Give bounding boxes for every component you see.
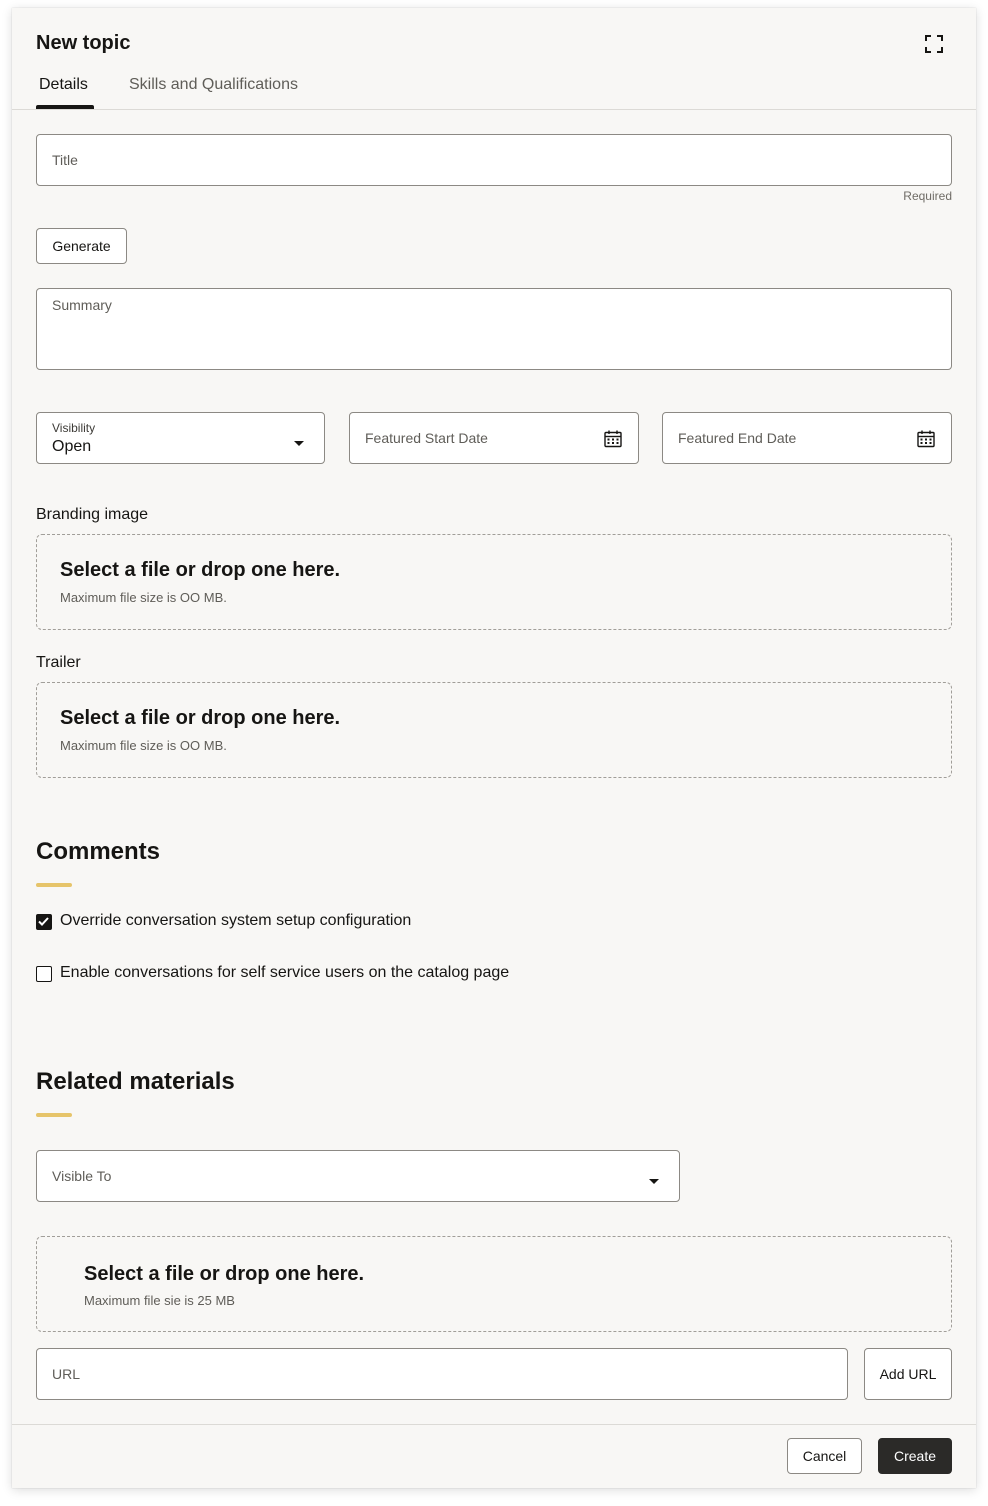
- dropzone-title: Select a file or drop one here.: [60, 707, 341, 729]
- enable-conversations-label[interactable]: Enable conversations for self service us…: [60, 964, 509, 982]
- featured-start-date-field[interactable]: Featured Start Date: [349, 412, 639, 464]
- visibility-value: Open: [52, 438, 92, 455]
- summary-field[interactable]: Summary: [36, 288, 952, 370]
- summary-placeholder: Summary: [52, 297, 112, 313]
- url-placeholder: URL: [52, 1366, 81, 1382]
- dropzone-size-hint: Maximum file sie is 25 MB: [84, 1293, 235, 1308]
- enable-conversations-checkbox[interactable]: [36, 966, 52, 982]
- chevron-down-icon: [293, 435, 305, 453]
- related-materials-heading: Related materials: [36, 1068, 235, 1095]
- dropzone-title: Select a file or drop one here.: [60, 559, 341, 581]
- related-materials-dropzone[interactable]: Select a file or drop one here. Maximum …: [36, 1236, 952, 1332]
- url-input[interactable]: URL: [36, 1348, 848, 1400]
- branding-image-label: Branding image: [36, 506, 149, 523]
- visible-to-placeholder: Visible To: [52, 1168, 112, 1184]
- dropzone-size-hint: Maximum file size is OO MB.: [60, 590, 227, 605]
- dropzone-size-hint: Maximum file size is OO MB.: [60, 738, 227, 753]
- expand-icon[interactable]: [922, 32, 946, 56]
- new-topic-dialog: New topic Details Skills and Qualificati…: [12, 8, 976, 1488]
- visibility-select[interactable]: Visibility Open: [36, 412, 325, 464]
- create-button[interactable]: Create: [878, 1438, 952, 1474]
- featured-end-date-placeholder: Featured End Date: [678, 430, 797, 446]
- title-placeholder: Title: [52, 152, 78, 168]
- trailer-label: Trailer: [36, 654, 81, 671]
- visibility-label: Visibility: [52, 421, 96, 435]
- visible-to-select[interactable]: Visible To: [36, 1150, 680, 1202]
- branding-image-dropzone[interactable]: Select a file or drop one here. Maximum …: [36, 534, 952, 630]
- dropzone-title: Select a file or drop one here.: [84, 1263, 365, 1285]
- trailer-dropzone[interactable]: Select a file or drop one here. Maximum …: [36, 682, 952, 778]
- tab-details[interactable]: Details: [39, 76, 88, 94]
- title-required-hint: Required: [903, 189, 952, 203]
- checkmark-icon: [38, 917, 49, 926]
- chevron-down-icon: [648, 1173, 660, 1191]
- generate-button[interactable]: Generate: [36, 228, 127, 264]
- override-conversation-checkbox[interactable]: [36, 914, 52, 930]
- tab-skills-and-qualifications[interactable]: Skills and Qualifications: [129, 76, 298, 94]
- featured-end-date-field[interactable]: Featured End Date: [662, 412, 952, 464]
- calendar-icon[interactable]: [603, 429, 623, 454]
- footer-divider: [12, 1424, 976, 1425]
- cancel-button[interactable]: Cancel: [787, 1438, 862, 1474]
- calendar-icon[interactable]: [916, 429, 936, 454]
- featured-start-date-placeholder: Featured Start Date: [365, 430, 488, 446]
- related-materials-accent-bar: [36, 1113, 72, 1117]
- add-url-button[interactable]: Add URL: [864, 1348, 952, 1400]
- tabs-divider: [12, 109, 976, 110]
- title-field[interactable]: Title: [36, 134, 952, 186]
- dialog-title: New topic: [36, 32, 131, 54]
- comments-accent-bar: [36, 883, 72, 887]
- comments-heading: Comments: [36, 838, 161, 865]
- override-conversation-label[interactable]: Override conversation system setup confi…: [60, 912, 411, 930]
